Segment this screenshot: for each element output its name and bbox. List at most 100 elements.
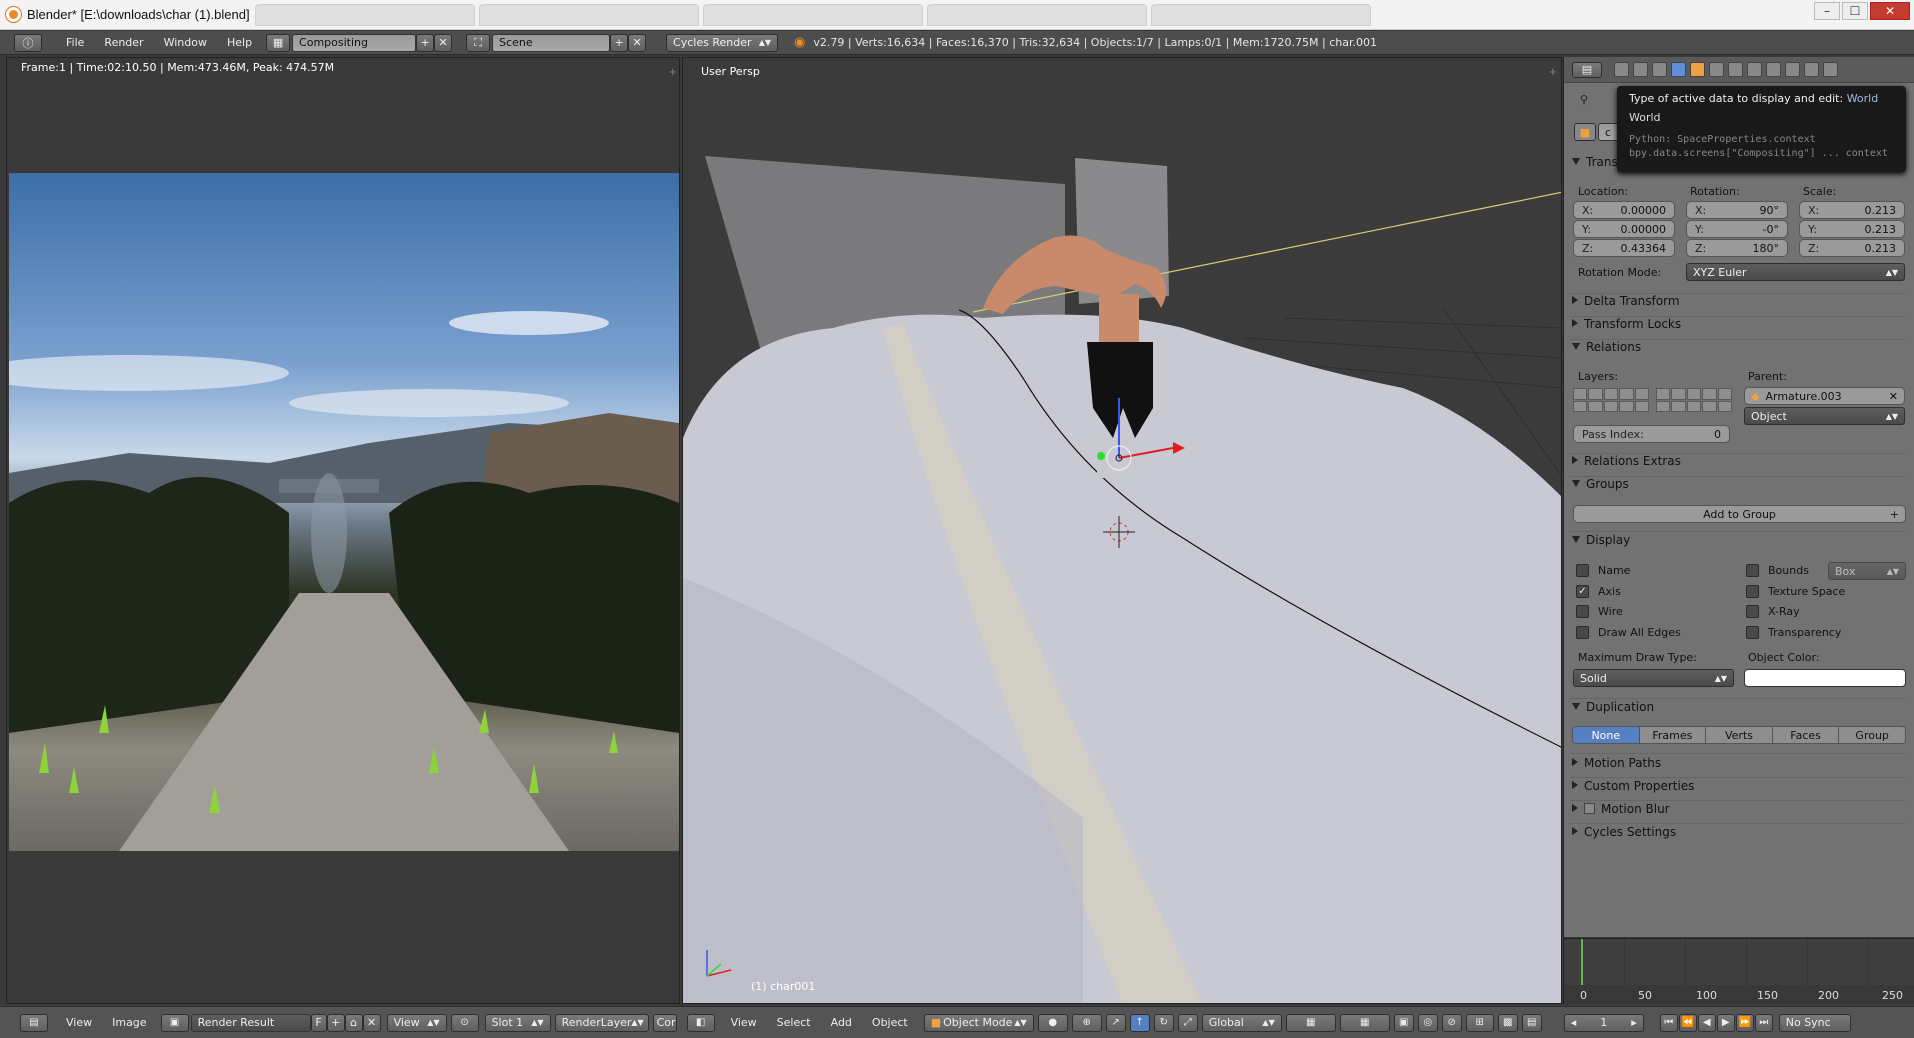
rotation-y-field[interactable]: Y: -0°	[1686, 220, 1788, 238]
physics-tab-icon[interactable]	[1823, 62, 1838, 77]
dupli-group-button[interactable]: Group	[1838, 726, 1906, 744]
viewport-shading-icon[interactable]: ●	[1037, 1013, 1068, 1032]
parent-type-dropdown[interactable]: Object ▲▼	[1744, 407, 1905, 425]
display-axis-checkbox[interactable]: ✓ Axis	[1576, 585, 1621, 598]
world-tab-icon[interactable]	[1671, 62, 1686, 77]
current-frame-field[interactable]: ◂ 1 ▸	[1563, 1013, 1644, 1032]
menu-help[interactable]: Help	[217, 36, 262, 49]
custom-properties-panel-header[interactable]: Custom Properties	[1572, 779, 1694, 793]
image-browse-icon[interactable]: ▣	[160, 1013, 189, 1032]
viewport-object-menu[interactable]: Object	[862, 1016, 918, 1029]
max-draw-type-dropdown[interactable]: Solid ▲▼	[1573, 669, 1734, 687]
dupli-verts-button[interactable]: Verts	[1705, 726, 1773, 744]
snap-icon[interactable]: ⊘	[1441, 1013, 1462, 1032]
opengl-render-icon[interactable]: ▩	[1497, 1013, 1518, 1032]
image-view-mode-dropdown[interactable]: View ▲▼	[386, 1013, 447, 1032]
new-image-button[interactable]: +	[326, 1013, 345, 1032]
scale-z-field[interactable]: Z: 0.213	[1799, 239, 1905, 257]
motion-paths-panel-header[interactable]: Motion Paths	[1572, 756, 1661, 770]
image-editor[interactable]: Frame:1 | Time:02:10.50 | Mem:473.46M, P…	[6, 57, 680, 1004]
duplication-panel-header[interactable]: Duplication	[1572, 700, 1654, 714]
menu-file[interactable]: File	[56, 36, 94, 49]
snap-element-icon[interactable]: ⊞	[1465, 1013, 1494, 1032]
constraints-tab-icon[interactable]	[1709, 62, 1724, 77]
jump-start-icon[interactable]: ⏮	[1659, 1013, 1678, 1032]
dupli-none-button[interactable]: None	[1572, 726, 1640, 744]
lock-layers-icon[interactable]: ▣	[1393, 1013, 1414, 1032]
rotation-z-field[interactable]: Z: 180°	[1686, 239, 1788, 257]
scene-layers-icon[interactable]: ▦	[1339, 1013, 1390, 1032]
rotate-manipulator-icon[interactable]: ↻	[1153, 1013, 1174, 1032]
render-layers-tab-icon[interactable]	[1633, 62, 1648, 77]
relations-panel-header[interactable]: Relations	[1572, 340, 1641, 354]
cycles-settings-panel-header[interactable]: Cycles Settings	[1572, 825, 1676, 839]
display-draw-all-edges-checkbox[interactable]: Draw All Edges	[1576, 626, 1681, 639]
slot-dropdown[interactable]: Slot 1 ▲▼	[484, 1013, 551, 1032]
menu-render[interactable]: Render	[94, 36, 153, 49]
menu-window[interactable]: Window	[154, 36, 217, 49]
unlink-image-button[interactable]: ✕	[362, 1013, 381, 1032]
open-image-button[interactable]: ⌂	[344, 1013, 363, 1032]
browser-tab[interactable]	[927, 4, 1147, 26]
display-xray-checkbox[interactable]: X-Ray	[1746, 605, 1800, 618]
layer-grid-left[interactable]	[1573, 388, 1649, 412]
motion-blur-checkbox-icon[interactable]	[1584, 803, 1595, 814]
dupli-faces-button[interactable]: Faces	[1771, 726, 1840, 744]
browser-tab[interactable]	[1151, 4, 1371, 26]
dupli-frames-button[interactable]: Frames	[1638, 726, 1707, 744]
motion-blur-panel-header[interactable]: Motion Blur	[1572, 802, 1670, 816]
fake-user-button[interactable]: F	[310, 1013, 327, 1032]
screen-layout-field[interactable]: Compositing	[292, 33, 417, 52]
pin-icon[interactable]: ⚲	[1580, 93, 1588, 106]
bounds-type-dropdown[interactable]: Box ▲▼	[1828, 562, 1906, 580]
pivot-point-icon[interactable]: ⊕	[1071, 1013, 1102, 1032]
sync-mode-dropdown[interactable]: No Sync	[1778, 1013, 1851, 1032]
scale-manipulator-icon[interactable]: ⤢	[1177, 1013, 1198, 1032]
object-color-swatch[interactable]	[1744, 669, 1906, 687]
proportional-edit-icon[interactable]: ◎	[1417, 1013, 1438, 1032]
browser-tab[interactable]	[703, 4, 923, 26]
groups-panel-header[interactable]: Groups	[1572, 477, 1629, 491]
area-split-corner-icon[interactable]: +	[669, 67, 677, 78]
minimize-button[interactable]: –	[1814, 2, 1840, 20]
jump-keyframe-forward-icon[interactable]: ⏩	[1735, 1013, 1754, 1032]
data-tab-icon[interactable]	[1747, 62, 1762, 77]
add-scene-button[interactable]: +	[610, 33, 629, 52]
interaction-mode-dropdown[interactable]: ■ Object Mode ▲▼	[923, 1013, 1034, 1032]
parent-field[interactable]: ◆ Armature.003 ✕	[1744, 387, 1905, 405]
editor-type-properties-button[interactable]: ▤	[1572, 61, 1602, 78]
viewport-view-menu[interactable]: View	[721, 1016, 767, 1029]
viewport-add-menu[interactable]: Add	[821, 1016, 862, 1029]
layer-grid-right[interactable]	[1656, 388, 1732, 412]
scale-y-field[interactable]: Y: 0.213	[1799, 220, 1905, 238]
scene-field[interactable]: Scene	[492, 33, 611, 52]
play-icon[interactable]: ▶	[1716, 1013, 1735, 1032]
particles-tab-icon[interactable]	[1804, 62, 1819, 77]
modifiers-tab-icon[interactable]	[1728, 62, 1743, 77]
manipulator-toggle-icon[interactable]: ↗	[1105, 1013, 1126, 1032]
material-tab-icon[interactable]	[1766, 62, 1781, 77]
browser-tab[interactable]	[479, 4, 699, 26]
display-name-checkbox[interactable]: Name	[1576, 564, 1630, 577]
scene-layers-icon[interactable]: ▦	[1285, 1013, 1336, 1032]
location-z-field[interactable]: Z: 0.43364	[1573, 239, 1675, 257]
editor-type-image-button[interactable]: ▤	[20, 1013, 48, 1032]
viewport-select-menu[interactable]: Select	[767, 1016, 821, 1029]
editor-type-3d-view-button[interactable]: ◧	[686, 1013, 715, 1032]
render-layer-dropdown[interactable]: RenderLayer ▲▼	[554, 1013, 649, 1032]
timeline-editor[interactable]: 0 50 100 150 200 250	[1563, 938, 1914, 1004]
display-bounds-checkbox[interactable]: Bounds	[1746, 564, 1809, 577]
display-transparency-checkbox[interactable]: Transparency	[1746, 626, 1841, 639]
image-view-menu[interactable]: View	[56, 1016, 102, 1029]
render-tab-icon[interactable]	[1614, 62, 1629, 77]
render-pass-dropdown[interactable]: Cor	[652, 1013, 677, 1032]
scene-icon[interactable]: ⛶	[466, 33, 491, 52]
relations-extras-panel-header[interactable]: Relations Extras	[1572, 454, 1681, 468]
browser-tab[interactable]	[255, 4, 475, 26]
maximize-button[interactable]: ☐	[1842, 2, 1868, 20]
jump-end-icon[interactable]: ⏭	[1754, 1013, 1773, 1032]
opengl-anim-icon[interactable]: ▤	[1521, 1013, 1542, 1032]
play-reverse-icon[interactable]: ◀	[1697, 1013, 1716, 1032]
delete-layout-button[interactable]: ✕	[434, 33, 453, 52]
timeline-current-frame-marker[interactable]	[1581, 939, 1583, 985]
